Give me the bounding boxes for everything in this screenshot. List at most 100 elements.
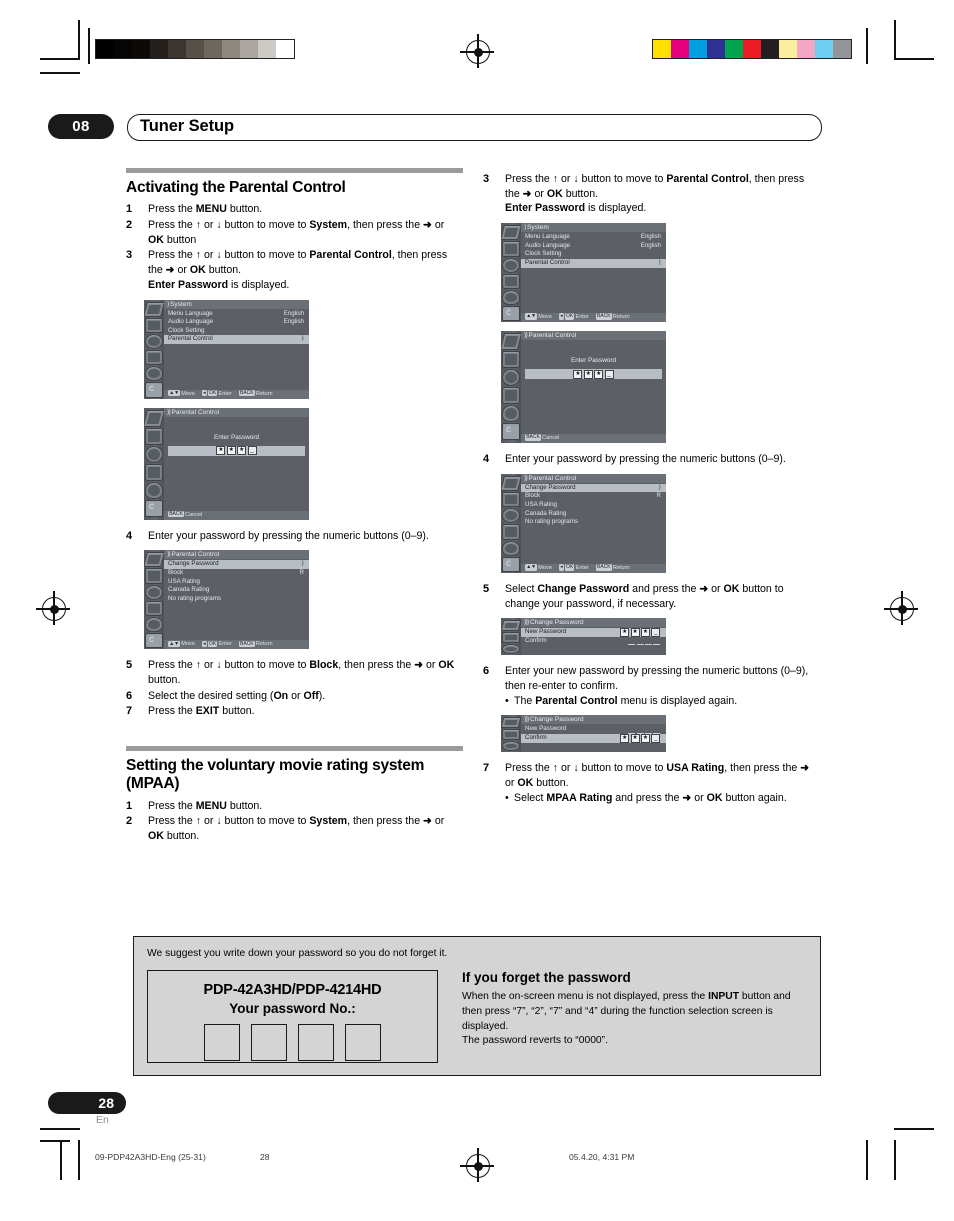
crop-mark-top-left-inner — [88, 28, 90, 64]
step-text: Enter your new password by pressing the … — [505, 665, 809, 693]
power-control-icon — [502, 387, 520, 405]
osd-row-label: No rating programs — [168, 594, 221, 602]
osd-menu-row[interactable]: USA Rating — [521, 501, 666, 510]
osd-menu-row[interactable]: Clock Setting — [521, 250, 666, 259]
osd-rows: New Password Confirm ★ ★ ★ _ — [521, 724, 666, 743]
osd-row-label: USA Rating — [168, 577, 200, 585]
step-item: 1 Press the MENU button. — [126, 799, 463, 814]
crop-mark-top-left-vertical — [78, 20, 80, 60]
password-digit-box[interactable] — [298, 1024, 334, 1061]
password-note-box: We suggest you write down your password … — [133, 936, 821, 1076]
osd-menu-row-selected[interactable]: Parental Control ⟩ — [164, 335, 309, 344]
osd-hint-return: BACK Return — [238, 389, 273, 397]
osd-body: ⟩ System Menu Language English Audio Langu… — [521, 223, 666, 323]
osd-rows: Change Password ⟩ Block R USA Rating Canad… — [521, 483, 666, 527]
osd-menu-row-selected[interactable]: Change Password ⟩ — [164, 560, 309, 569]
calibration-swatch — [240, 40, 258, 58]
osd-menu-row[interactable]: Canada Rating — [164, 586, 309, 595]
calibration-swatch — [671, 40, 689, 58]
osd-breadcrumb-chevrons: ⟩⟩ — [524, 474, 528, 482]
section-rule — [126, 746, 463, 752]
tuner-icon — [144, 552, 165, 568]
step-item: 5 Select Change Password and press the ➜ … — [483, 582, 820, 611]
osd-row-label: USA Rating — [525, 501, 557, 509]
osd-hint-enter: ◂ OK Enter — [558, 564, 589, 571]
osd-menu-row-selected[interactable]: New Password ★ ★ ★ _ — [521, 628, 666, 638]
step-item: 2 Press the ↑ or ↓ button to move to Syst… — [126, 218, 463, 247]
osd-title: ⟩⟩ Parental Control — [164, 550, 309, 560]
osd-row-value: English — [283, 318, 304, 326]
crop-mark-bottom-right-inner — [894, 1140, 896, 1180]
osd-menu-row-selected[interactable]: Confirm ★ ★ ★ _ — [521, 733, 666, 743]
tuner-icon — [144, 301, 165, 317]
step-text: Select the desired setting (On or Off). — [148, 689, 326, 702]
closed-caption-icon — [502, 556, 520, 572]
crop-mark-top-right-horizontal — [894, 58, 934, 60]
left-column: Activating the Parental Control 1 Press t… — [126, 168, 463, 845]
osd-menu-row-selected[interactable]: Parental Control ⟩ — [521, 258, 666, 268]
osd-row-value: ⟩ — [658, 483, 661, 491]
osd-menu-row[interactable]: Audio Language English — [521, 242, 666, 251]
osd-row-label: New Password — [525, 725, 567, 733]
steps-list-right-5: 7 Press the ↑ or ↓ button to move to USA… — [483, 761, 820, 805]
password-digit: ★ — [594, 369, 604, 379]
steps-list-right-1: 3 Press the ↑ or ↓ button to move to Pare… — [483, 172, 820, 216]
osd-screenshot-system-menu-right: ⟩System Menu LanguageEnglish Audio Langu… — [501, 223, 666, 323]
osd-breadcrumb-chevrons: ⟩⟩ — [167, 551, 171, 559]
osd-menu-row[interactable]: No rating programs — [521, 518, 666, 527]
sound-icon — [502, 508, 520, 524]
osd-hint-bar: ▲▼ Move ◂ OK Enter BACK Return — [521, 313, 666, 323]
step-item: 6 Enter your new password by pressing th… — [483, 664, 820, 708]
step-number: 1 — [126, 203, 133, 216]
password-input-field[interactable]: ★ ★ ★ _ — [168, 445, 305, 456]
osd-row-label: Parental Control — [168, 335, 213, 343]
password-input-field[interactable]: ★ ★ ★ _ — [525, 369, 662, 380]
osd-icon-rail — [144, 299, 165, 399]
forget-password-heading: If you forget the password — [462, 970, 631, 985]
osd-menu-row[interactable]: Block R — [164, 569, 309, 578]
step-sub-note: Select MPAA Rating and press the ➜ or OK… — [505, 791, 820, 806]
osd-menu-row[interactable]: USA Rating — [164, 578, 309, 587]
osd-menu-row-selected[interactable]: Change Password ⟩ — [521, 483, 666, 493]
osd-row-label: New Password — [525, 628, 567, 636]
osd-menu-row[interactable]: Clock Setting — [164, 327, 309, 336]
step-item: 2 Press the ↑ or ↓ button to move to Syst… — [126, 814, 463, 843]
password-digit-box[interactable] — [345, 1024, 381, 1061]
osd-row-value: R — [656, 492, 661, 500]
registration-target-top — [460, 34, 494, 68]
osd-hint-return: BACK Return — [595, 564, 630, 571]
step-text: Enter your password by pressing the nume… — [505, 453, 786, 466]
your-password-label: Your password No.: — [229, 1001, 356, 1016]
osd-title: ⟩ System — [164, 299, 309, 309]
password-digit-box[interactable] — [204, 1024, 240, 1061]
setup-icon — [145, 366, 163, 382]
crop-mark-top-left-horizontal — [40, 58, 80, 60]
step-text: Press the ↑ or ↓ button to move to Block… — [148, 659, 455, 687]
osd-hint-enter: ◂ OK Enter — [201, 640, 232, 648]
model-name-label: PDP-42A3HD/PDP-4214HD — [203, 982, 382, 998]
input-button-label: INPUT — [708, 991, 740, 1002]
osd-menu-row[interactable]: New Password — [521, 725, 666, 734]
osd-hint-bar: BACK Cancel — [521, 434, 666, 444]
password-digit-box[interactable] — [251, 1024, 287, 1061]
osd-menu-row[interactable]: Confirm — [521, 637, 666, 646]
calibration-swatch — [222, 40, 240, 58]
step-number: 3 — [126, 249, 133, 262]
step-number: 7 — [126, 705, 133, 718]
password-cursor: _ — [247, 446, 257, 456]
osd-menu-row[interactable]: Canada Rating — [521, 510, 666, 519]
forget-password-body: When the on-screen menu is not displayed… — [462, 991, 791, 1047]
step-item: 5 Press the ↑ or ↓ button to move to Bloc… — [126, 658, 463, 687]
osd-row-label: Block — [168, 568, 184, 576]
osd-menu-row[interactable]: Audio Language English — [164, 318, 309, 327]
osd-menu-row[interactable]: Block R — [521, 492, 666, 501]
osd-hint-return: BACK Return — [238, 640, 273, 648]
calibration-swatch — [743, 40, 761, 58]
osd-title: ⟩⟩⟩ Change Password — [521, 715, 666, 725]
osd-menu-row[interactable]: Menu Language English — [164, 310, 309, 319]
calibration-swatch — [797, 40, 815, 58]
setup-icon — [502, 405, 520, 423]
osd-menu-row[interactable]: Menu Language English — [521, 233, 666, 242]
osd-body: ⟩⟩ Parental Control Change Password ⟩ Bloc… — [521, 473, 666, 573]
osd-menu-row[interactable]: No rating programs — [164, 595, 309, 604]
